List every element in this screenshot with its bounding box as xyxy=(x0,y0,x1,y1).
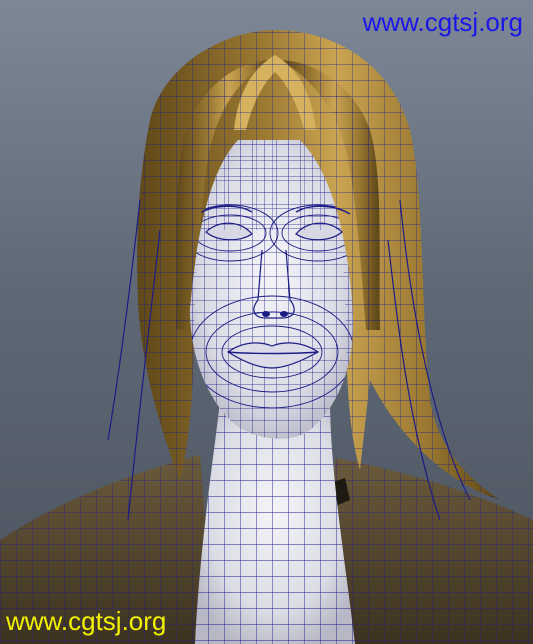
watermark-bottom: www.cgtsj.org xyxy=(6,606,167,636)
watermark-top: www.cgtsj.org xyxy=(362,7,523,37)
viewport[interactable]: www.cgtsj.org www.cgtsj.org xyxy=(0,0,533,644)
model-viewport-canvas[interactable] xyxy=(0,0,533,644)
